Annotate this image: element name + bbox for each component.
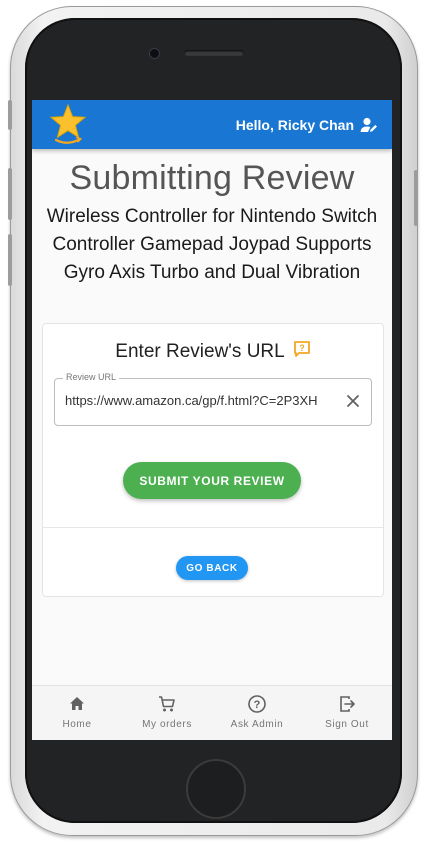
question-icon: ? <box>248 695 266 713</box>
user-greeting[interactable]: Hello, Ricky Chan <box>236 115 378 135</box>
form-heading-text: Enter Review's URL <box>115 341 285 362</box>
home-hardware-button[interactable] <box>186 759 246 819</box>
greeting-text: Hello, Ricky Chan <box>235 117 354 133</box>
review-url-label: Review URL <box>63 372 120 382</box>
review-url-field[interactable]: Review URL https://www.amazon.ca/gp/f.ht… <box>54 372 372 426</box>
svg-text:?: ? <box>254 699 261 711</box>
nav-item-home[interactable]: Home <box>32 686 122 740</box>
submit-review-button[interactable]: SUBMIT YOUR REVIEW <box>123 462 301 499</box>
card-divider <box>43 527 383 528</box>
front-camera <box>150 49 159 58</box>
sign-out-icon <box>340 696 355 712</box>
nav-item-my-orders[interactable]: My orders <box>122 686 212 740</box>
cart-icon <box>159 696 175 712</box>
review-url-input[interactable]: https://www.amazon.ca/gp/f.html?C=2P3XH <box>65 393 333 408</box>
volume-up-button <box>8 168 12 220</box>
power-button <box>414 170 418 226</box>
earpiece-speaker <box>184 50 244 56</box>
user-edit-icon <box>360 117 377 132</box>
go-back-button[interactable]: GO BACK <box>176 556 248 580</box>
star-icon[interactable] <box>48 102 88 146</box>
app-screen: Hello, Ricky Chan Submitting Review Wire… <box>32 100 392 740</box>
nav-item-sign-out[interactable]: Sign Out <box>302 686 392 740</box>
page-title: Submitting Review <box>69 159 355 197</box>
nav-item-ask-admin[interactable]: ? Ask Admin <box>212 686 302 740</box>
help-icon[interactable]: ? <box>293 340 311 364</box>
nav-label-ask-admin: Ask Admin <box>230 719 284 730</box>
review-form-card: Enter Review's URL ? Review URL https://… <box>42 323 384 597</box>
mute-switch <box>8 100 12 130</box>
svg-text:?: ? <box>299 343 305 353</box>
close-icon[interactable] <box>345 393 361 409</box>
volume-down-button <box>8 234 12 286</box>
nav-label-my-orders: My orders <box>142 719 192 730</box>
nav-label-home: Home <box>62 719 92 730</box>
app-bar: Hello, Ricky Chan <box>32 100 392 149</box>
bottom-navigation: Home My orders ? Ask Admin Sign Out <box>32 685 392 740</box>
nav-label-sign-out: Sign Out <box>325 719 369 730</box>
form-heading: Enter Review's URL ? <box>43 340 383 364</box>
home-icon <box>70 697 84 710</box>
product-name: Wireless Controller for Nintendo Switch … <box>46 206 378 283</box>
